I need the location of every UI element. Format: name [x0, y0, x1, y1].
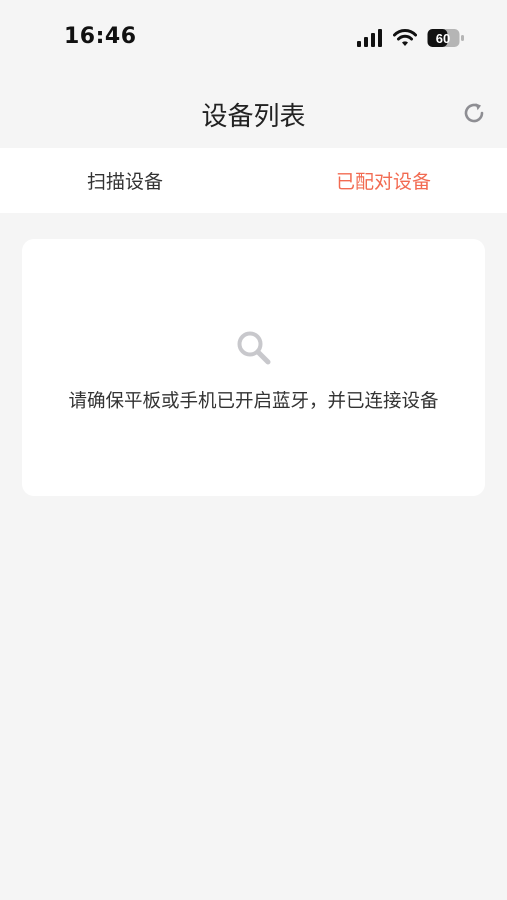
wifi-icon	[393, 29, 417, 46]
tab-paired-devices[interactable]: 已配对设备	[259, 148, 507, 213]
refresh-icon	[464, 103, 484, 123]
search-icon	[237, 331, 271, 365]
status-bar: 16:46 60	[0, 0, 507, 70]
battery-icon: 60	[427, 29, 464, 47]
status-time: 16:46	[64, 24, 137, 49]
signal-icon	[357, 29, 382, 47]
tab-scan-devices[interactable]: 扫描设备	[0, 148, 259, 213]
tab-label: 已配对设备	[335, 171, 431, 193]
empty-state-card: 请确保平板或手机已开启蓝牙，并已连接设备	[22, 239, 485, 496]
refresh-button[interactable]	[461, 100, 487, 126]
page-title: 设备列表	[201, 102, 306, 132]
empty-state-message: 请确保平板或手机已开启蓝牙，并已连接设备	[68, 391, 439, 412]
status-icons: 60	[357, 28, 465, 48]
battery-level: 60	[436, 31, 450, 46]
header: 设备列表	[0, 80, 507, 146]
tab-label: 扫描设备	[87, 171, 164, 193]
tab-bar: 扫描设备 已配对设备	[0, 148, 507, 213]
